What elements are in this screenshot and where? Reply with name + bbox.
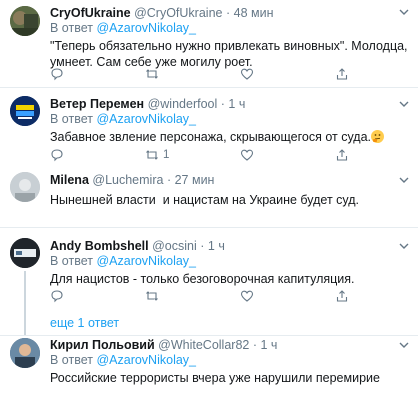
tweet-header: Milena @Luchemira · 27 мин	[50, 172, 410, 188]
handle[interactable]: @ocsini	[152, 239, 197, 253]
chevron-down-icon[interactable]	[398, 240, 410, 252]
retweet-button[interactable]	[145, 289, 240, 303]
handle[interactable]: @winderfool	[148, 97, 218, 111]
thread-dots	[24, 310, 26, 335]
like-icon	[240, 149, 254, 161]
timestamp[interactable]: 1 ч	[208, 239, 225, 253]
like-button[interactable]	[240, 67, 335, 81]
tweet-text-line: Забавное звление персонажа, скрывающегос…	[50, 129, 410, 145]
show-more-link[interactable]: еще 1 ответ	[50, 316, 119, 330]
avatar-image	[10, 338, 40, 368]
show-more-replies[interactable]: еще 1 ответ	[0, 310, 418, 336]
tweet-text: "Теперь обязательно нужно привлекать вин…	[50, 39, 408, 69]
tweet-whitecollar82[interactable]: Кирил Польовий @WhiteCollar82 · 1 ч В от…	[0, 336, 418, 400]
tweet-luchemira[interactable]: Milena @Luchemira · 27 мин Нынешней влас…	[0, 166, 418, 228]
separator: ·	[252, 338, 258, 352]
timestamp[interactable]: 1 ч	[261, 338, 278, 352]
tweet-header: Andy Bombshell @ocsini · 1 ч	[50, 238, 410, 254]
display-name[interactable]: Milena	[50, 173, 89, 187]
reply-icon	[51, 68, 63, 81]
separator: ·	[200, 239, 205, 253]
avatar-image	[10, 238, 40, 268]
tweet-text: Забавное звление персонажа, скрывающегос…	[50, 130, 372, 144]
display-name[interactable]: Andy Bombshell	[50, 239, 149, 253]
tweet-actions: 1	[50, 148, 418, 162]
handle[interactable]: @CryOfUkraine	[134, 6, 222, 20]
share-icon	[336, 149, 348, 161]
mention-link[interactable]: @AzarovNikolay_	[96, 254, 196, 268]
retweet-button[interactable]: 1	[145, 148, 240, 162]
tweet-header: Ветер Перемен @winderfool · 1 ч	[50, 96, 410, 112]
chevron-down-icon[interactable]	[398, 174, 410, 186]
reply-icon	[51, 149, 63, 162]
reply-context: В ответ @AzarovNikolay_	[50, 254, 410, 269]
thinking-face-emoji	[371, 130, 385, 143]
reply-context: В ответ @AzarovNikolay_	[50, 112, 410, 127]
tweet-header: Кирил Польовий @WhiteCollar82 · 1 ч	[50, 337, 410, 353]
retweet-count: 1	[163, 149, 170, 161]
chevron-down-icon[interactable]	[398, 6, 410, 18]
separator: ·	[225, 6, 231, 20]
share-button[interactable]	[335, 148, 418, 162]
replies-thread: CryOfUkraine @CryOfUkraine · 48 мин В от…	[0, 0, 418, 400]
avatar[interactable]	[10, 172, 40, 202]
mention-link[interactable]: @AzarovNikolay_	[96, 21, 196, 35]
tweet-header: CryOfUkraine @CryOfUkraine · 48 мин	[50, 5, 410, 21]
thread-line	[24, 271, 26, 310]
tweet-text: Российские террористы вчера уже нарушили…	[50, 371, 380, 385]
reply-context: В ответ @AzarovNikolay_	[50, 353, 410, 368]
chevron-down-icon[interactable]	[398, 339, 410, 351]
share-icon	[336, 290, 348, 302]
timestamp[interactable]: 27 мин	[175, 173, 215, 187]
display-name[interactable]: CryOfUkraine	[50, 6, 131, 20]
reply-prefix: В ответ	[50, 254, 93, 268]
reply-context: В ответ @AzarovNikolay_	[50, 21, 410, 36]
avatar-image	[10, 6, 40, 36]
reply-button[interactable]	[50, 67, 145, 81]
share-button[interactable]	[335, 289, 418, 303]
avatar-image	[10, 172, 40, 202]
tweet-winderfool[interactable]: Ветер Перемен @winderfool · 1 ч В ответ …	[0, 88, 418, 166]
share-icon	[336, 68, 348, 80]
tweet-actions	[50, 67, 418, 81]
retweet-icon	[146, 150, 158, 160]
tweet-actions	[50, 289, 418, 303]
like-icon	[240, 68, 254, 80]
like-button[interactable]	[240, 148, 335, 162]
reply-button[interactable]	[50, 289, 145, 303]
chevron-down-icon[interactable]	[398, 98, 410, 110]
avatar-image	[10, 96, 40, 126]
avatar[interactable]	[10, 338, 40, 368]
mention-link[interactable]: @AzarovNikolay_	[96, 353, 196, 367]
avatar[interactable]	[10, 238, 40, 268]
tweet-text: Нынешней власти и нацистам на Украине бу…	[50, 193, 360, 207]
avatar[interactable]	[10, 6, 40, 36]
mention-link[interactable]: @AzarovNikolay_	[96, 112, 196, 126]
retweet-icon	[146, 291, 158, 301]
tweet-text: Для нацистов - только безоговорочная кап…	[50, 272, 355, 286]
handle[interactable]: @WhiteCollar82	[158, 338, 249, 352]
reply-prefix: В ответ	[50, 21, 93, 35]
reply-prefix: В ответ	[50, 353, 93, 367]
tweet-ocsini[interactable]: Andy Bombshell @ocsini · 1 ч В ответ @Az…	[0, 229, 418, 310]
share-button[interactable]	[335, 67, 418, 81]
like-icon	[240, 290, 254, 302]
separator: ·	[220, 97, 225, 111]
reply-button[interactable]	[50, 148, 145, 162]
like-button[interactable]	[240, 289, 335, 303]
timestamp[interactable]: 1 ч	[228, 97, 245, 111]
tweet-cryofukraine[interactable]: CryOfUkraine @CryOfUkraine · 48 мин В от…	[0, 0, 418, 88]
display-name[interactable]: Кирил Польовий	[50, 338, 155, 352]
separator: ·	[166, 173, 172, 187]
reply-icon	[51, 290, 63, 303]
retweet-icon	[146, 69, 158, 79]
handle[interactable]: @Luchemira	[92, 173, 163, 187]
timestamp[interactable]: 48 мин	[234, 6, 274, 20]
retweet-button[interactable]	[145, 67, 240, 81]
avatar[interactable]	[10, 96, 40, 126]
reply-prefix: В ответ	[50, 112, 93, 126]
display-name[interactable]: Ветер Перемен	[50, 97, 144, 111]
